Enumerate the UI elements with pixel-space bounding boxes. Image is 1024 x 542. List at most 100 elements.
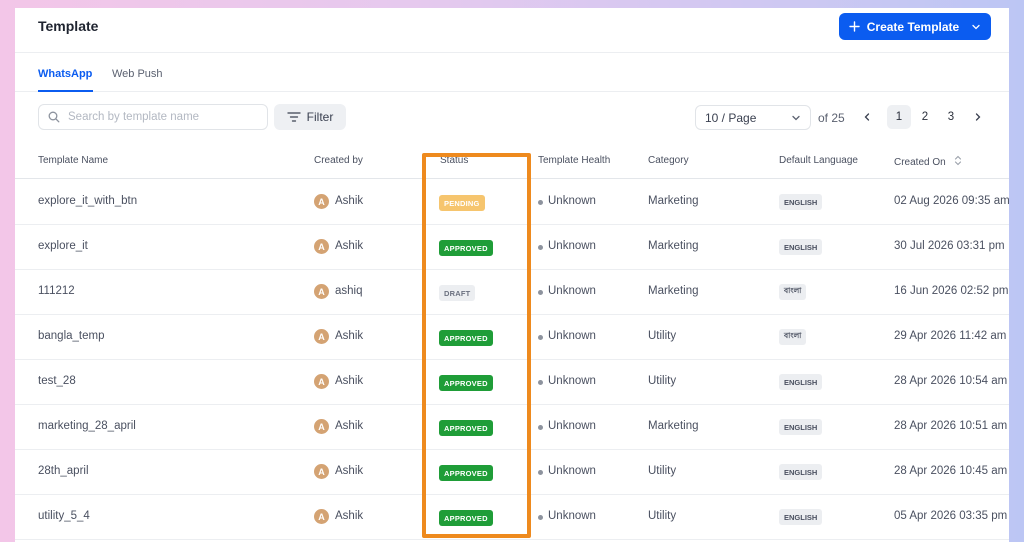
table-row[interactable]: test_28 A Ashik APPROVED Unknown Utility… [15, 360, 1009, 405]
table-row[interactable]: utility_5_4 A Ashik APPROVED Unknown Uti… [15, 495, 1009, 540]
template-panel: Template Create Template WhatsApp Web Pu… [15, 8, 1009, 542]
next-page-button[interactable] [966, 105, 990, 129]
tab-bar: WhatsApp Web Push [15, 54, 1009, 92]
health-dot-icon [538, 200, 543, 205]
column-category[interactable]: Category [648, 155, 689, 166]
avatar: A [314, 284, 329, 299]
category: Marketing [648, 195, 699, 207]
status-badge: APPROVED [439, 240, 493, 256]
language-badge: ENGLISH [779, 194, 823, 210]
template-health: Unknown [548, 285, 596, 297]
chevron-down-icon [792, 115, 800, 120]
table-row[interactable]: marketing_28_april A Ashik APPROVED Unkn… [15, 405, 1009, 450]
status-badge: APPROVED [439, 465, 493, 481]
top-bar: Template Create Template [15, 8, 1009, 53]
category: Marketing [648, 420, 699, 432]
creator-name: Ashik [335, 420, 364, 432]
template-health: Unknown [548, 420, 596, 432]
plus-icon [849, 21, 860, 32]
created-on: 30 Jul 2026 03:31 pm [894, 240, 1005, 252]
template-health: Unknown [548, 330, 596, 342]
template-name[interactable]: utility_5_4 [38, 510, 90, 522]
status-badge: APPROVED [439, 375, 493, 391]
active-tab-indicator [38, 90, 93, 92]
created-on: 05 Apr 2026 03:35 pm [894, 510, 1008, 522]
category: Utility [648, 510, 677, 522]
avatar: A [314, 239, 329, 254]
language-badge: বাংলা [779, 284, 807, 300]
template-name[interactable]: marketing_28_april [38, 420, 136, 432]
table-row[interactable]: explore_it_with_btn A Ashik PENDING Unkn… [15, 180, 1009, 225]
created-on: 28 Apr 2026 10:54 am [894, 375, 1008, 387]
total-pages: of 25 [818, 111, 845, 125]
template-name[interactable]: test_28 [38, 375, 76, 387]
creator-name: Ashik [335, 240, 364, 252]
column-created-by[interactable]: Created by [314, 155, 363, 166]
table-row[interactable]: bangla_temp A Ashik APPROVED Unknown Uti… [15, 315, 1009, 360]
template-name[interactable]: 111212 [38, 285, 75, 297]
creator-name: Ashik [335, 195, 364, 207]
table-row[interactable]: 111212 A ashiq DRAFT Unknown Marketing ব… [15, 270, 1009, 315]
health-dot-icon [538, 515, 543, 520]
column-created-on[interactable]: Created On [894, 155, 962, 168]
create-template-button[interactable]: Create Template [839, 13, 991, 40]
language-badge: ENGLISH [779, 509, 823, 525]
page-2-button[interactable]: 2 [913, 105, 937, 129]
sort-icon[interactable] [954, 155, 962, 166]
prev-page-button[interactable] [855, 105, 879, 129]
column-created-on-label: Created On [894, 157, 946, 168]
created-on: 02 Aug 2026 09:35 am [894, 195, 1009, 207]
table-header: Template Name Created by Status Template… [15, 148, 1009, 179]
page-size-value: 10 / Page [705, 110, 757, 125]
creator-name: ashiq [335, 285, 363, 297]
health-dot-icon [538, 425, 543, 430]
language-badge: বাংলা [779, 329, 807, 345]
language-badge: ENGLISH [779, 374, 823, 390]
table-row[interactable]: 28th_april A Ashik APPROVED Unknown Util… [15, 450, 1009, 495]
template-name[interactable]: explore_it_with_btn [38, 195, 137, 207]
creator-name: Ashik [335, 330, 364, 342]
avatar: A [314, 509, 329, 524]
page-title: Template [38, 18, 99, 34]
template-name[interactable]: 28th_april [38, 465, 89, 477]
status-badge: APPROVED [439, 420, 493, 436]
column-template-health[interactable]: Template Health [538, 155, 610, 166]
page-1-button[interactable]: 1 [887, 105, 911, 129]
health-dot-icon [538, 470, 543, 475]
created-on: 28 Apr 2026 10:51 am [894, 420, 1008, 432]
template-health: Unknown [548, 510, 596, 522]
template-health: Unknown [548, 375, 596, 387]
template-health: Unknown [548, 195, 596, 207]
created-on: 16 Jun 2026 02:52 pm [894, 285, 1009, 297]
health-dot-icon [538, 380, 543, 385]
health-dot-icon [538, 245, 543, 250]
avatar: A [314, 464, 329, 479]
creator-name: Ashik [335, 465, 364, 477]
avatar: A [314, 194, 329, 209]
language-badge: ENGLISH [779, 239, 823, 255]
table-row[interactable]: explore_it A Ashik APPROVED Unknown Mark… [15, 225, 1009, 270]
health-dot-icon [538, 335, 543, 340]
tab-whatsapp[interactable]: WhatsApp [38, 68, 92, 80]
template-name[interactable]: bangla_temp [38, 330, 105, 342]
language-badge: ENGLISH [779, 464, 823, 480]
column-default-language[interactable]: Default Language [779, 155, 858, 166]
template-health: Unknown [548, 240, 596, 252]
template-name[interactable]: explore_it [38, 240, 88, 252]
page-3-button[interactable]: 3 [939, 105, 963, 129]
column-status[interactable]: Status [440, 155, 468, 166]
creator-name: Ashik [335, 510, 364, 522]
template-health: Unknown [548, 465, 596, 477]
search-input[interactable]: Search by template name [38, 104, 268, 130]
chevron-left-icon [864, 113, 870, 121]
page-size-select[interactable]: 10 / Page [695, 105, 811, 130]
health-dot-icon [538, 290, 543, 295]
filter-button[interactable]: Filter [274, 104, 346, 130]
tab-web-push[interactable]: Web Push [112, 68, 163, 80]
avatar: A [314, 419, 329, 434]
created-on: 28 Apr 2026 10:45 am [894, 465, 1008, 477]
column-template-name[interactable]: Template Name [38, 155, 108, 166]
search-icon [48, 111, 60, 123]
status-badge: APPROVED [439, 330, 493, 346]
category: Utility [648, 375, 677, 387]
